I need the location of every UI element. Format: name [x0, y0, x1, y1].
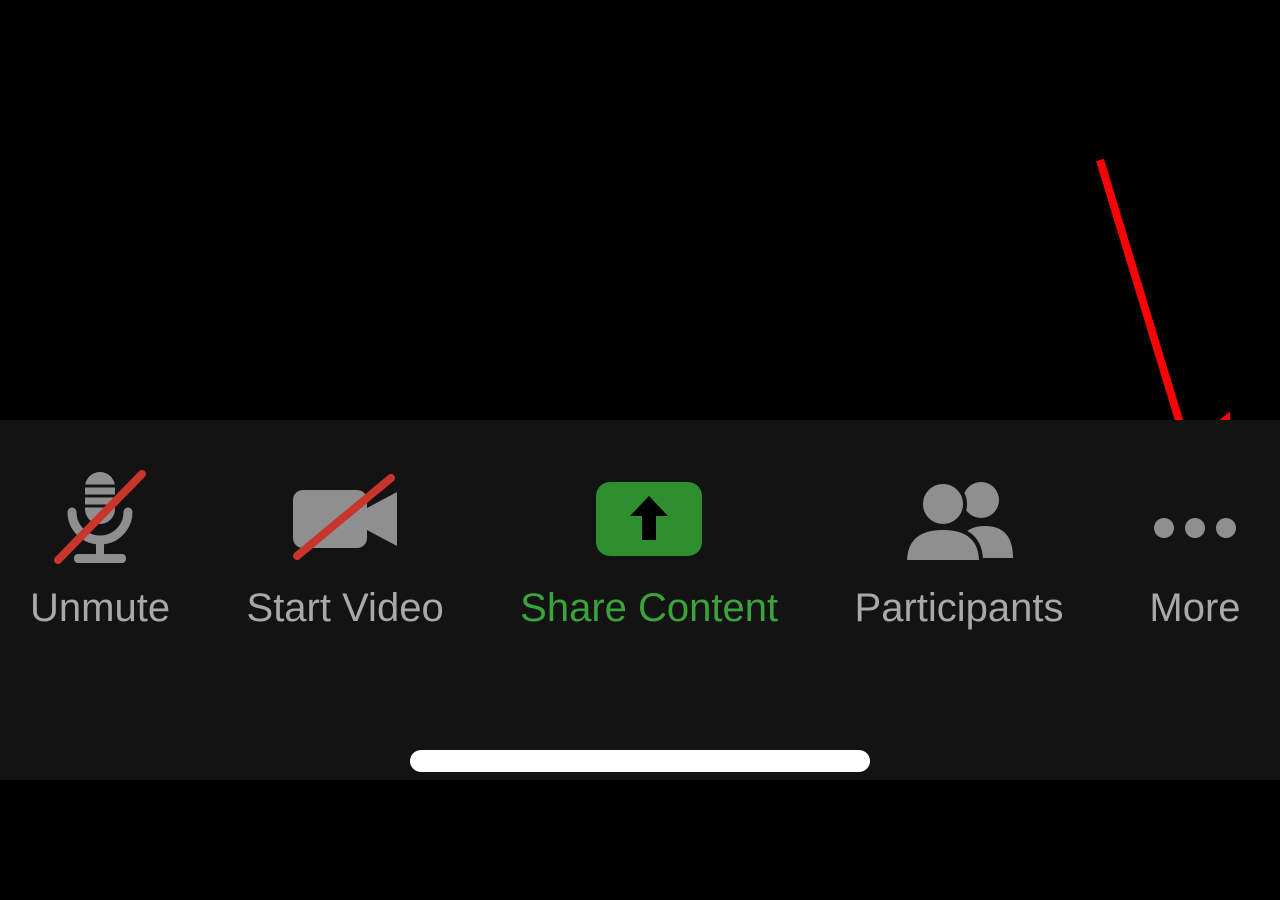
home-indicator[interactable]	[410, 750, 870, 772]
unmute-label: Unmute	[30, 586, 170, 631]
share-content-label: Share Content	[520, 586, 778, 631]
start-video-button[interactable]: Start Video	[247, 460, 444, 631]
more-button[interactable]: More	[1140, 460, 1250, 631]
unmute-button[interactable]: Unmute	[30, 460, 170, 631]
participants-label: Participants	[855, 586, 1064, 631]
participants-button[interactable]: Participants	[855, 460, 1064, 631]
camera-off-icon	[275, 460, 415, 580]
more-label: More	[1149, 586, 1240, 631]
meeting-screen: Unmute Start Video Share C	[0, 0, 1280, 900]
more-dots-icon	[1140, 460, 1250, 580]
participants-icon	[889, 460, 1029, 580]
share-content-button[interactable]: Share Content	[520, 460, 778, 631]
meeting-toolbar: Unmute Start Video Share C	[0, 420, 1280, 780]
share-content-icon	[584, 460, 714, 580]
start-video-label: Start Video	[247, 586, 444, 631]
microphone-muted-icon	[40, 460, 160, 580]
